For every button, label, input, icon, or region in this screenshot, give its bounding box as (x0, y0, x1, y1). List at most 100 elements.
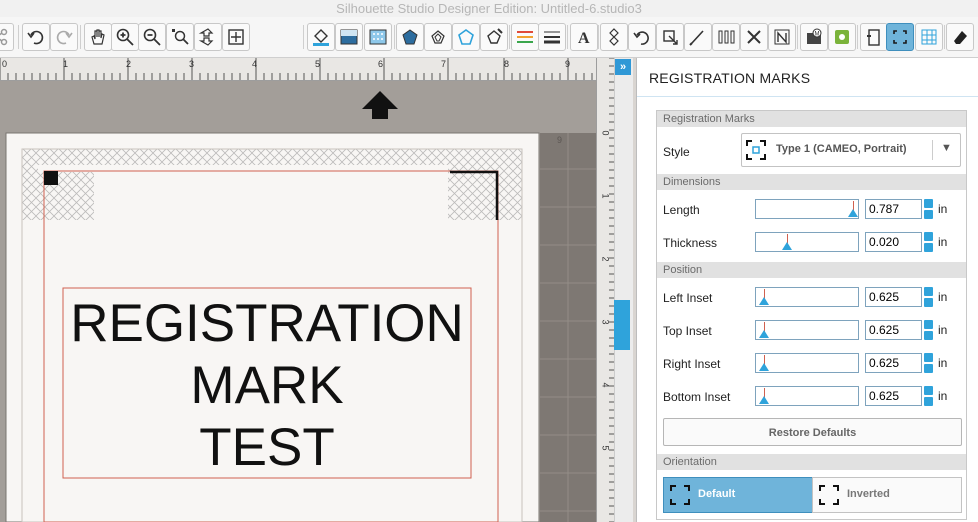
ruler-number: 6 (378, 59, 384, 69)
text-style-icon[interactable]: A (570, 23, 598, 51)
orientation-inverted-label: Inverted (847, 488, 890, 500)
eraser-icon[interactable] (946, 23, 974, 51)
style-value: Type 1 (CAMEO, Portrait) (776, 143, 907, 155)
unit-label: in (938, 235, 948, 249)
thickness-slider[interactable] (755, 232, 859, 252)
ruler-number: 2 (126, 59, 132, 69)
right-inset-stepper[interactable] (924, 353, 933, 373)
slider-thumb[interactable] (848, 209, 858, 217)
pentagon-icon[interactable] (396, 23, 424, 51)
replicate-icon[interactable] (712, 23, 740, 51)
redo-icon[interactable] (50, 23, 78, 51)
length-input[interactable]: 0.787 (865, 199, 922, 219)
left-inset-stepper[interactable] (924, 287, 933, 307)
slider-thumb[interactable] (759, 297, 769, 305)
vertical-scrollbar[interactable] (614, 58, 633, 522)
bottom-inset-label: Bottom Inset (663, 390, 731, 404)
ruler-number: 1 (600, 193, 611, 199)
ruler-number: 7 (441, 59, 447, 69)
ruler-number: 1 (63, 59, 69, 69)
gradient-icon[interactable] (335, 23, 363, 51)
left-inset-input[interactable]: 0.625 (865, 287, 922, 307)
ruler-number: 4 (252, 59, 258, 69)
undo-icon[interactable] (22, 23, 50, 51)
chevron-down-icon: ▼ (941, 142, 952, 154)
right-inset-input[interactable]: 0.625 (865, 353, 922, 373)
scrollbar-thumb[interactable] (614, 300, 630, 350)
slider-thumb[interactable] (759, 330, 769, 338)
send-to-cutter-icon[interactable] (860, 23, 888, 51)
thickness-input[interactable]: 0.020 (865, 232, 922, 252)
style-dropdown[interactable]: Type 1 (CAMEO, Portrait) ▼ (741, 133, 961, 167)
section-header-orientation: Orientation (657, 454, 966, 470)
fill-color-icon[interactable] (307, 23, 335, 51)
library-icon[interactable]: M (800, 23, 828, 51)
collapse-panel-button[interactable]: » (615, 59, 631, 75)
ruler-number: 5 (600, 445, 611, 451)
ruler-number: 3 (600, 319, 611, 325)
text-line: MARK (190, 356, 344, 415)
section-header-dimensions: Dimensions (657, 174, 966, 190)
svg-text:A: A (578, 30, 590, 47)
pen-shape-icon[interactable] (480, 23, 508, 51)
registration-type-icon (746, 140, 766, 160)
orientation-default-button[interactable]: Default (663, 477, 813, 513)
unit-label: in (938, 323, 948, 337)
right-inset-label: Right Inset (663, 357, 721, 371)
thickness-stepper[interactable] (924, 232, 933, 252)
bottom-inset-stepper[interactable] (924, 386, 933, 406)
orientation-inverted-button[interactable]: Inverted (812, 477, 962, 513)
unit-label: in (938, 202, 948, 216)
offset-icon[interactable] (768, 23, 796, 51)
orientation-default-icon (670, 485, 690, 505)
zoom-selection-icon[interactable] (166, 23, 194, 51)
registration-mark-text[interactable]: REGISTRATION MARK TEST (63, 293, 471, 479)
ruler-number: 8 (504, 59, 510, 69)
slider-thumb[interactable] (782, 242, 792, 250)
fit-to-page-icon[interactable] (222, 23, 250, 51)
text-line: REGISTRATION (70, 294, 464, 353)
arrow-up-icon (362, 91, 398, 119)
top-inset-slider[interactable] (755, 320, 859, 340)
thickness-label: Thickness (663, 236, 718, 250)
line-color-icon[interactable] (511, 23, 539, 51)
mat-ruler-mark: 9 (557, 135, 563, 145)
scale-icon[interactable] (656, 23, 684, 51)
knife-icon[interactable] (684, 23, 712, 51)
ruler-number: 4 (600, 382, 611, 388)
slider-thumb[interactable] (759, 396, 769, 404)
unit-label: in (938, 389, 948, 403)
scissors-icon[interactable] (0, 23, 14, 51)
registration-marks-icon[interactable] (886, 23, 914, 51)
pan-hand-icon[interactable] (84, 23, 112, 51)
pattern-fill-icon[interactable] (364, 23, 392, 51)
bottom-inset-input[interactable]: 0.625 (865, 386, 922, 406)
line-weight-icon[interactable] (538, 23, 566, 51)
bottom-inset-slider[interactable] (755, 386, 859, 406)
right-inset-slider[interactable] (755, 353, 859, 373)
slider-thumb[interactable] (759, 363, 769, 371)
rotate-icon[interactable] (628, 23, 656, 51)
zoom-out-icon[interactable] (138, 23, 166, 51)
top-inset-stepper[interactable] (924, 320, 933, 340)
length-stepper[interactable] (924, 199, 933, 219)
top-inset-input[interactable]: 0.625 (865, 320, 922, 340)
line-style-icon[interactable] (424, 23, 452, 51)
top-inset-label: Top Inset (663, 324, 712, 338)
section-header-registration-marks: Registration Marks (657, 111, 966, 127)
ruler-number: 5 (315, 59, 321, 69)
pan-arrows-icon[interactable] (194, 23, 222, 51)
style-label: Style (663, 145, 690, 159)
design-canvas[interactable]: 9 REGISTRATION MARK TEST (0, 81, 596, 522)
orientation-default-label: Default (698, 488, 736, 500)
store-icon[interactable] (828, 23, 856, 51)
shadow-icon[interactable] (452, 23, 480, 51)
left-inset-slider[interactable] (755, 287, 859, 307)
modify-icon[interactable] (740, 23, 768, 51)
length-slider[interactable] (755, 199, 859, 219)
align-icon[interactable] (600, 23, 628, 51)
restore-defaults-button[interactable]: Restore Defaults (663, 418, 962, 446)
zoom-in-icon[interactable] (111, 23, 139, 51)
grid-icon[interactable] (915, 23, 943, 51)
registration-marks-panel: REGISTRATION MARKS Registration Marks St… (636, 58, 978, 522)
